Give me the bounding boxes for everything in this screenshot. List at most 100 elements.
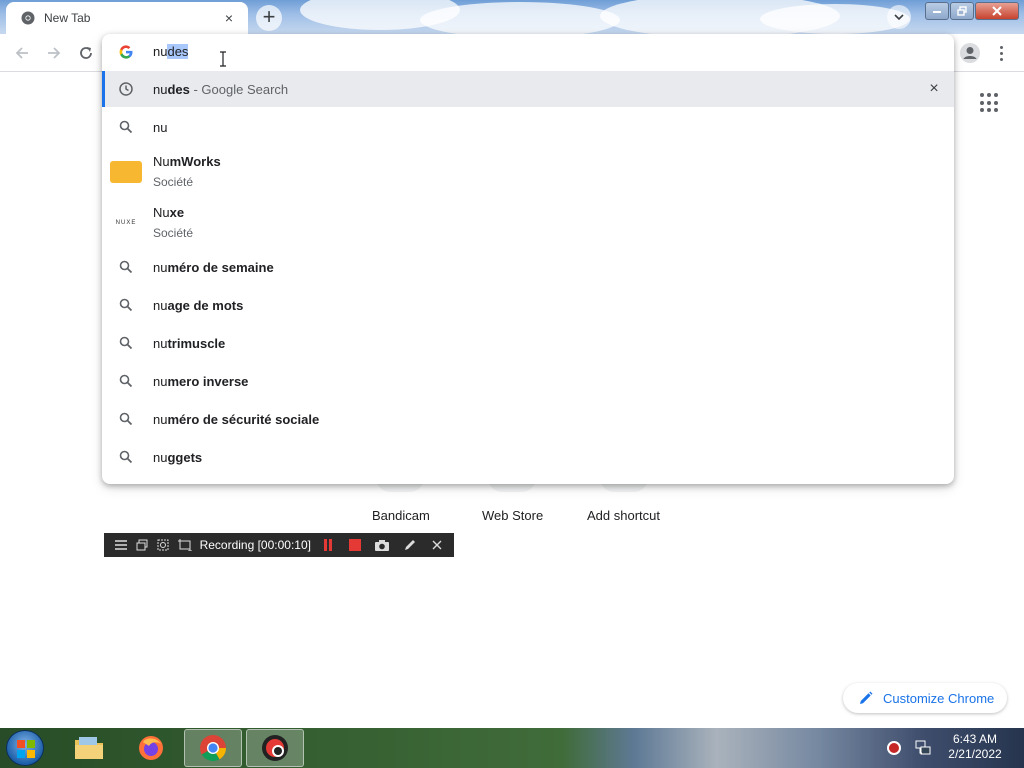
suggestion-text: nuggets (153, 450, 203, 465)
suggestion-text: Nuxe (153, 205, 185, 220)
search-icon (118, 259, 134, 275)
nuxe-logo: NUXE (110, 212, 142, 234)
suggestion-text: nutrimuscle (153, 336, 226, 351)
close-icon[interactable] (427, 536, 448, 554)
typed-text: nu (153, 44, 168, 59)
shortcut-label-add[interactable]: Add shortcut (587, 508, 660, 523)
arrow-left-icon (15, 47, 28, 59)
search-icon (118, 411, 134, 427)
omnibox-dropdown: nudes nudes - Google Search × nu NumWork… (102, 34, 954, 484)
ibeam-cursor-icon (219, 51, 227, 67)
shortcut-label-bandicam[interactable]: Bandicam (372, 508, 430, 523)
window-close-button[interactable] (975, 2, 1019, 20)
taskbar-firefox[interactable] (122, 729, 180, 767)
suggestion-history[interactable]: nudes - Google Search × (102, 71, 954, 107)
back-button[interactable] (10, 41, 34, 65)
pause-icon[interactable] (317, 536, 338, 554)
address-bar[interactable]: nudes (102, 34, 954, 70)
minimize-icon (933, 11, 941, 13)
close-icon (992, 6, 1002, 16)
customize-chrome-label: Customize Chrome (883, 690, 995, 706)
title-bar: New Tab × + (0, 0, 1024, 34)
tab-title: New Tab (44, 11, 91, 25)
firefox-icon (139, 736, 163, 760)
record-indicator-icon[interactable] (886, 740, 902, 756)
search-icon (118, 119, 134, 135)
windows-taskbar: 6:43 AM 2/21/2022 (0, 728, 1024, 768)
suggestion-text: NumWorks (153, 154, 221, 169)
address-input[interactable]: nudes (153, 44, 189, 59)
arrow-right-icon (48, 47, 61, 59)
suggestion-subtitle: Société (153, 175, 194, 189)
pencil-icon[interactable] (399, 536, 420, 554)
dot (999, 51, 1003, 55)
remove-suggestion-button[interactable]: × (926, 81, 942, 97)
bandicam-icon (262, 735, 288, 761)
chrome-icon (200, 735, 227, 762)
bandicam-toolbar: Recording [00:00:10] (104, 533, 454, 557)
suggestion-search[interactable]: numéro de semaine (102, 249, 954, 285)
region-select-icon[interactable] (174, 536, 195, 554)
search-icon (118, 297, 134, 313)
tab-close-button[interactable]: × (220, 9, 238, 27)
reload-icon (80, 47, 92, 59)
search-icon (118, 373, 134, 389)
suggestion-search[interactable]: numero inverse (102, 363, 954, 399)
browser-tab[interactable]: New Tab × (6, 2, 248, 34)
taskbar-explorer[interactable] (60, 729, 118, 767)
network-icon[interactable] (914, 739, 932, 757)
suggestion-search[interactable]: numéro de sécurité sociale (102, 401, 954, 437)
suggestion-text: numero inverse (153, 374, 249, 389)
forward-button[interactable] (42, 41, 66, 65)
stop-icon[interactable] (344, 536, 365, 554)
suggestion-entity-nuxe[interactable]: NUXE Nuxe Société (102, 198, 954, 248)
zoom-select-icon[interactable] (153, 536, 174, 554)
sky-cloud (420, 2, 620, 34)
google-g-icon (118, 44, 134, 60)
suggestion-text: nu (153, 120, 168, 135)
apps-grid-icon[interactable] (980, 93, 1000, 113)
clock-icon (118, 81, 134, 97)
minimize-button[interactable] (925, 2, 949, 20)
suggestion-subtitle: Société (153, 226, 194, 240)
taskbar-bandicam[interactable] (246, 729, 304, 767)
new-tab-button[interactable]: + (256, 5, 282, 31)
avatar-icon (960, 43, 980, 63)
customize-chrome-button[interactable]: Customize Chrome (843, 683, 1007, 713)
start-button[interactable] (6, 730, 44, 766)
chrome-icon (20, 10, 36, 26)
search-icon (118, 449, 134, 465)
tab-search-button[interactable] (887, 5, 911, 29)
shortcut-label-webstore[interactable]: Web Store (482, 508, 543, 523)
suggestion-text: nuage de mots (153, 298, 244, 313)
suggestion-search[interactable]: nuage de mots (102, 287, 954, 323)
dot (999, 57, 1003, 61)
profile-button[interactable] (958, 41, 982, 65)
restore-button[interactable] (950, 2, 974, 20)
taskbar-chrome[interactable] (184, 729, 242, 767)
search-icon (118, 335, 134, 351)
suggestion-entity-numworks[interactable]: NumWorks Société (102, 147, 954, 197)
restore-icon (957, 6, 967, 16)
suggestion-text: nudes - Google Search (153, 82, 289, 97)
chevron-down-icon (894, 13, 904, 20)
numworks-logo (110, 161, 142, 183)
more-menu-button[interactable] (992, 41, 1010, 65)
suggestion-search[interactable]: nuggets (102, 439, 954, 475)
suggestion-search[interactable]: nutrimuscle (102, 325, 954, 361)
window-mode-icon[interactable] (131, 536, 152, 554)
suggestion-text: numéro de semaine (153, 260, 274, 275)
menu-icon[interactable] (110, 536, 131, 554)
recording-timer: Recording [00:00:10] (199, 538, 311, 552)
suggestion-search[interactable]: nu (102, 109, 954, 145)
taskbar-clock[interactable]: 6:43 AM 2/21/2022 (940, 732, 1010, 762)
camera-icon[interactable] (372, 536, 393, 554)
folder-icon (75, 737, 103, 759)
autocomplete-selection: des (167, 44, 189, 59)
dot (999, 45, 1003, 49)
windows-logo-icon (17, 740, 35, 758)
clock-date: 2/21/2022 (948, 747, 1002, 761)
clock-time: 6:43 AM (952, 732, 998, 746)
reload-button[interactable] (74, 41, 98, 65)
suggestion-text: numéro de sécurité sociale (153, 412, 320, 427)
